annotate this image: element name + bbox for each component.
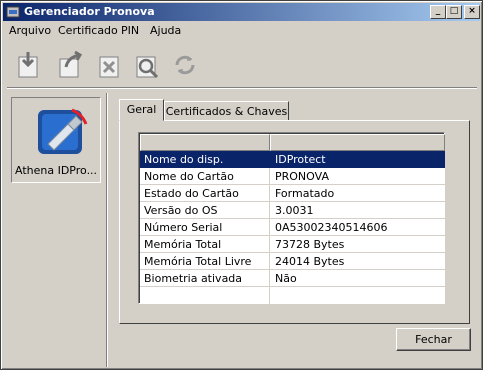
column-divider xyxy=(269,253,270,270)
grid-header xyxy=(140,134,445,151)
property-name: Estado do Cartão xyxy=(144,187,239,200)
property-value: Formatado xyxy=(275,187,335,200)
table-row[interactable]: Biometria ativada Não xyxy=(140,270,445,287)
property-value: Não xyxy=(275,272,297,285)
maximize-button[interactable]: □ xyxy=(446,5,462,19)
column-divider xyxy=(269,202,270,219)
window-title: Gerenciador Pronova xyxy=(24,5,155,18)
app-window: Gerenciador Pronova _ □ × Arquivo Certif… xyxy=(0,0,483,370)
property-name: Memória Total Livre xyxy=(144,255,252,268)
property-value: 24014 Bytes xyxy=(275,255,345,268)
property-value: 3.0031 xyxy=(275,204,314,217)
table-row[interactable]: Número Serial 0A53002340514606 xyxy=(140,219,445,236)
table-row[interactable]: Versão do OS 3.0031 xyxy=(140,202,445,219)
property-name: Nome do disp. xyxy=(144,153,224,166)
column-divider xyxy=(269,270,270,287)
property-name: Biometria ativada xyxy=(144,272,243,285)
menu-bar: Arquivo Certificado PIN Ajuda xyxy=(3,21,480,40)
property-name: Versão do OS xyxy=(144,204,218,217)
menu-pin[interactable]: PIN xyxy=(121,24,139,37)
fechar-button[interactable]: Fechar xyxy=(396,328,471,351)
properties-grid: Nome do disp. IDProtect Nome do Cartão P… xyxy=(138,132,445,304)
menu-certificado[interactable]: Certificado xyxy=(58,24,118,37)
grid-header-value[interactable] xyxy=(270,134,445,151)
menu-arquivo[interactable]: Arquivo xyxy=(9,24,51,37)
column-divider xyxy=(269,287,270,304)
toolbar xyxy=(3,41,480,87)
table-row[interactable]: Nome do disp. IDProtect xyxy=(140,151,445,168)
device-list: Athena IDPro... xyxy=(7,93,107,367)
view-certificate-icon[interactable] xyxy=(131,49,163,81)
column-divider xyxy=(269,185,270,202)
column-divider xyxy=(269,151,270,168)
property-value: IDProtect xyxy=(275,153,326,166)
import-certificate-icon[interactable] xyxy=(13,49,45,81)
device-item[interactable]: Athena IDPro... xyxy=(11,97,101,183)
menu-ajuda[interactable]: Ajuda xyxy=(150,24,181,37)
close-window-button[interactable]: × xyxy=(464,5,480,19)
table-row[interactable]: Nome do Cartão PRONOVA xyxy=(140,168,445,185)
table-row[interactable]: Memória Total 73728 Bytes xyxy=(140,236,445,253)
table-row[interactable]: Memória Total Livre 24014 Bytes xyxy=(140,253,445,270)
refresh-icon[interactable] xyxy=(169,49,201,81)
property-name: Nome do Cartão xyxy=(144,170,234,183)
minimize-button[interactable]: _ xyxy=(430,5,446,19)
column-divider xyxy=(269,236,270,253)
grid-header-name[interactable] xyxy=(140,134,270,151)
usb-token-icon xyxy=(38,108,88,154)
column-divider xyxy=(269,219,270,236)
property-value: PRONOVA xyxy=(275,170,329,183)
toolbar-separator xyxy=(7,87,477,89)
tab-panel-geral: Nome do disp. IDProtect Nome do Cartão P… xyxy=(119,120,470,324)
property-name: Número Serial xyxy=(144,221,223,234)
app-icon xyxy=(6,6,20,18)
property-value: 73728 Bytes xyxy=(275,238,345,251)
device-label: Athena IDPro... xyxy=(15,164,98,177)
tab-certificados-chaves[interactable]: Certificados & Chaves xyxy=(164,101,289,121)
tab-geral[interactable]: Geral xyxy=(119,99,164,121)
column-divider xyxy=(269,168,270,185)
property-name: Memória Total xyxy=(144,238,222,251)
property-value: 0A53002340514606 xyxy=(275,221,388,234)
export-certificate-icon[interactable] xyxy=(54,49,86,81)
title-bar[interactable]: Gerenciador Pronova _ □ × xyxy=(3,3,480,21)
table-row[interactable]: Estado do Cartão Formatado xyxy=(140,185,445,202)
table-row xyxy=(140,287,445,304)
delete-certificate-icon[interactable] xyxy=(93,49,125,81)
